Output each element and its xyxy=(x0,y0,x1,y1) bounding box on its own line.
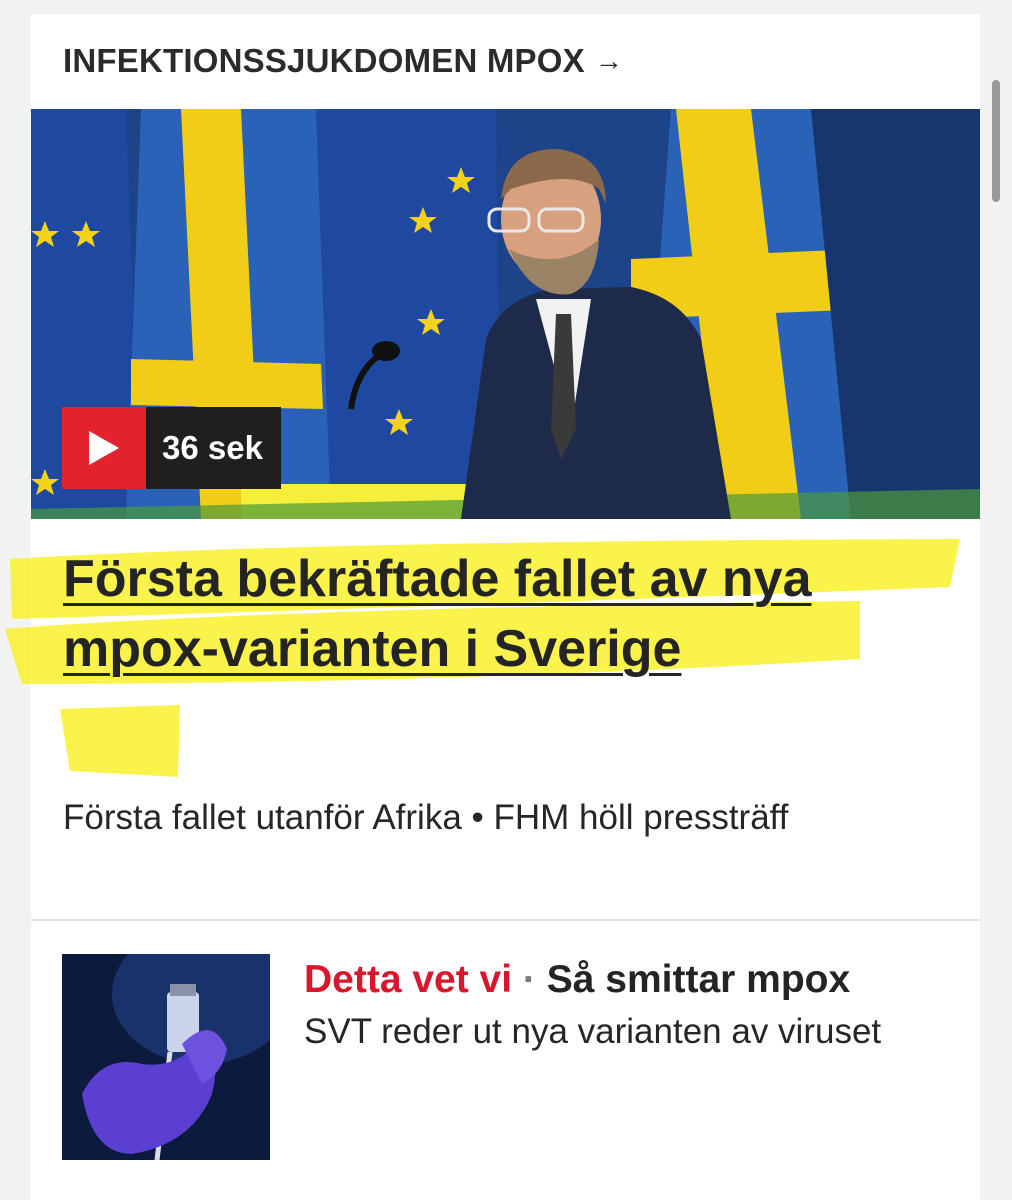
hero-image[interactable]: 36 sek xyxy=(31,109,980,519)
divider xyxy=(31,919,980,921)
video-duration: 36 sek xyxy=(146,407,281,489)
arrow-right-icon: → xyxy=(594,45,624,76)
topic-label: INFEKTIONSSJUKDOMEN MPOX xyxy=(63,42,585,79)
related-description: SVT reder ut nya varianten av viruset xyxy=(304,1012,882,1051)
article-subline: Första fallet utanför Afrika • FHM höll … xyxy=(63,798,789,837)
related-separator: · xyxy=(512,958,547,1001)
article-headline[interactable]: Första bekräftade fallet av nya mpox-var… xyxy=(63,544,933,684)
related-thumbnail xyxy=(62,954,270,1160)
scrollbar[interactable] xyxy=(992,80,1000,202)
related-title: Detta vet vi · Så smittar mpox xyxy=(304,954,881,1006)
news-card: INFEKTIONSSJUKDOMEN MPOX → 36 sek Första… xyxy=(5,14,980,1200)
play-icon xyxy=(62,407,146,489)
video-play-badge[interactable]: 36 sek xyxy=(62,407,281,489)
related-title-text: Så smittar mpox xyxy=(546,958,851,1001)
page: INFEKTIONSSJUKDOMEN MPOX → 36 sek Första… xyxy=(0,0,1012,1200)
related-kicker: Detta vet vi xyxy=(304,958,513,1001)
related-article[interactable]: Detta vet vi · Så smittar mpox SVT reder… xyxy=(62,954,952,1160)
topic-link[interactable]: INFEKTIONSSJUKDOMEN MPOX → xyxy=(63,42,623,80)
related-text: Detta vet vi · Så smittar mpox SVT reder… xyxy=(304,954,881,1160)
vaccine-vial-photo xyxy=(62,954,270,1160)
